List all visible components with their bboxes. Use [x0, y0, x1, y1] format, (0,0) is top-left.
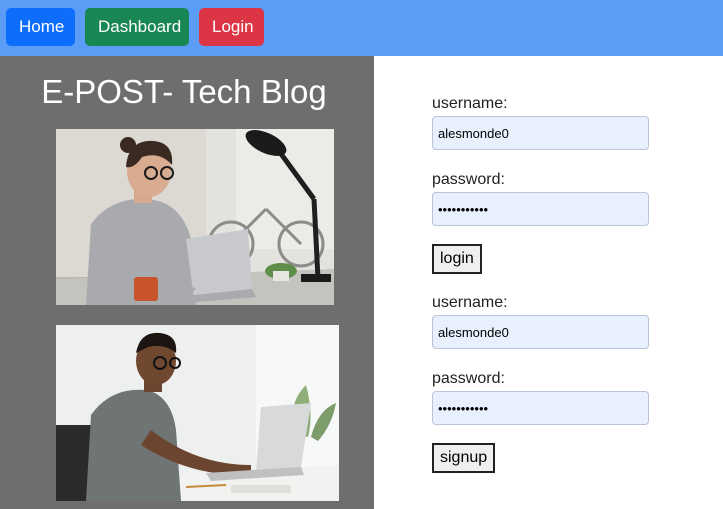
login-nav-button[interactable]: Login — [199, 8, 264, 46]
blog-panel: E-POST- Tech Blog — [0, 56, 374, 509]
signup-username-label: username: — [432, 294, 508, 311]
login-username-input[interactable] — [432, 116, 649, 150]
dashboard-button[interactable]: Dashboard — [85, 8, 189, 46]
home-button[interactable]: Home — [6, 8, 75, 46]
login-password-input[interactable] — [432, 192, 649, 226]
woman-laptop-photo — [56, 129, 334, 305]
man-laptop-photo — [56, 325, 339, 501]
login-username-label: username: — [432, 95, 508, 112]
signup-password-label: password: — [432, 370, 505, 387]
signup-password-input[interactable] — [432, 391, 649, 425]
auth-panel: username: password: login username: pass… — [374, 56, 723, 509]
signup-submit-button[interactable]: signup — [432, 443, 496, 473]
top-navbar: Home Dashboard Login — [0, 0, 723, 56]
blog-title: E-POST- Tech Blog — [41, 73, 327, 110]
login-submit-button[interactable]: login — [432, 244, 482, 274]
signup-username-input[interactable] — [432, 315, 649, 349]
login-password-label: password: — [432, 171, 505, 188]
